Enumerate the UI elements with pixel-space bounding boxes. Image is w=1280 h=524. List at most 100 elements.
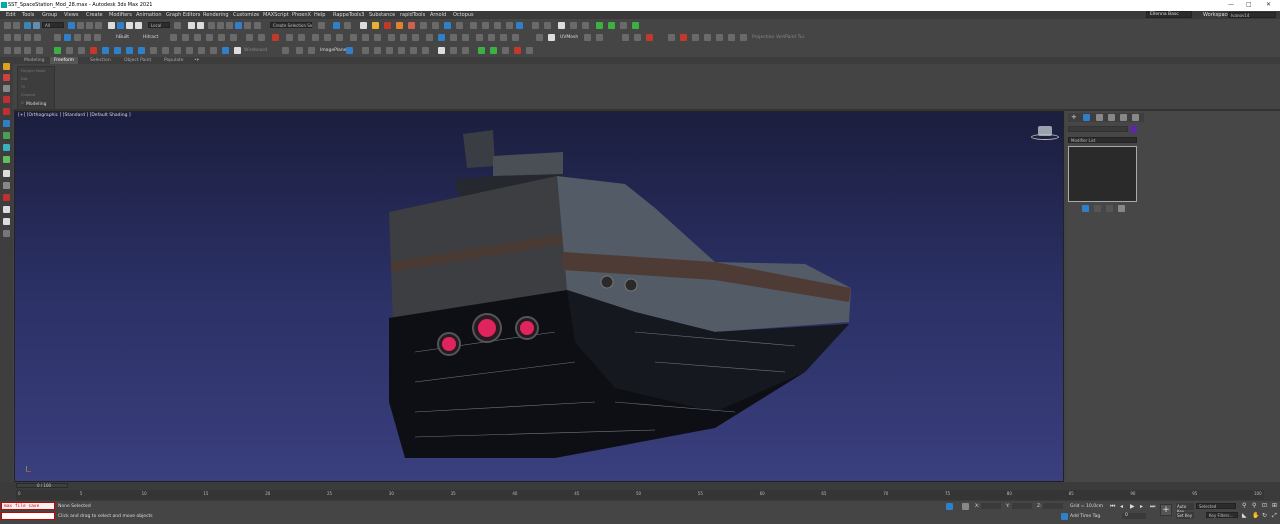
tool-h-icon[interactable] bbox=[582, 22, 589, 29]
curve-editor-icon[interactable] bbox=[360, 22, 367, 29]
hbuilt-label[interactable]: hBuilt bbox=[116, 35, 129, 40]
go-to-end-icon[interactable]: ⏭ bbox=[1150, 503, 1155, 511]
tool-row2-p-icon[interactable] bbox=[246, 34, 253, 41]
object-name-field[interactable] bbox=[1068, 126, 1128, 132]
viewport-orthographic[interactable]: [+] [Orthographic ] [Standard ] [Default… bbox=[14, 111, 1064, 482]
selection-filter-dropdown[interactable]: All bbox=[42, 22, 64, 28]
view-cube[interactable] bbox=[1031, 124, 1059, 144]
panel-item-channel[interactable]: Channel bbox=[21, 93, 35, 97]
tool-row2-o-icon[interactable] bbox=[230, 34, 237, 41]
script-tool-icon[interactable] bbox=[470, 22, 477, 29]
tool-row2-w-icon[interactable] bbox=[336, 34, 343, 41]
menu-group[interactable]: Group bbox=[42, 12, 57, 18]
active-shade-icon[interactable] bbox=[444, 22, 451, 29]
tool-row2-b-icon[interactable] bbox=[14, 34, 21, 41]
rect-selection-icon[interactable] bbox=[86, 22, 93, 29]
time-slider[interactable]: 0 / 100 bbox=[16, 483, 68, 488]
selection-set-dropdown[interactable]: Create Selection Se bbox=[270, 22, 312, 28]
hierarchy-tab-icon[interactable] bbox=[1096, 114, 1103, 121]
tab-modeling[interactable]: Modeling bbox=[20, 57, 48, 64]
workspace-dropdown[interactable]: Ivanov14 bbox=[1228, 12, 1276, 18]
tool-row3-ac-icon[interactable] bbox=[410, 47, 417, 54]
tool-row3-w-icon[interactable] bbox=[308, 47, 315, 54]
panel-item-tri[interactable]: Tri bbox=[21, 85, 25, 89]
add-time-tag[interactable]: Add Time Tag bbox=[1070, 514, 1100, 519]
tool-row3-x-icon[interactable] bbox=[346, 47, 353, 54]
uvmesh-icon[interactable] bbox=[548, 34, 555, 41]
tool-row3-ag-icon[interactable] bbox=[462, 47, 469, 54]
render-setup-icon[interactable] bbox=[396, 22, 403, 29]
panel-item-edit[interactable]: Edit bbox=[21, 77, 28, 81]
tool-row3-s-icon[interactable] bbox=[222, 47, 229, 54]
tool-row3-aa-icon[interactable] bbox=[386, 47, 393, 54]
tool-row3-al-icon[interactable] bbox=[526, 47, 533, 54]
show-end-result-icon[interactable] bbox=[1094, 205, 1101, 212]
scale-icon[interactable] bbox=[126, 22, 133, 29]
tool-row2-c-icon[interactable] bbox=[24, 34, 31, 41]
tool-row2-aw-icon[interactable] bbox=[740, 34, 747, 41]
menu-graph-editors[interactable]: Graph Editors bbox=[166, 12, 200, 18]
helpers-icon[interactable] bbox=[3, 108, 10, 115]
tool-row3-f-icon[interactable] bbox=[66, 47, 73, 54]
pan-icon[interactable]: ✋ bbox=[1252, 512, 1259, 519]
tool-row2-d-icon[interactable] bbox=[34, 34, 41, 41]
tool-row2-ap-icon[interactable] bbox=[646, 34, 653, 41]
mirror-icon[interactable] bbox=[254, 22, 261, 29]
previous-frame-icon[interactable]: ◂ bbox=[1120, 503, 1123, 510]
tool-row3-ai-icon[interactable] bbox=[490, 47, 497, 54]
tool-i-icon[interactable] bbox=[596, 22, 603, 29]
utilities-tab-icon[interactable] bbox=[1132, 114, 1139, 121]
tool-row2-ao-icon[interactable] bbox=[634, 34, 641, 41]
tool-row3-t-icon[interactable] bbox=[234, 47, 241, 54]
vertpaint-label[interactable]: VertPaint Tui bbox=[776, 35, 804, 40]
tool-row2-as-icon[interactable] bbox=[692, 34, 699, 41]
tool-row2-y-icon[interactable] bbox=[362, 34, 369, 41]
tool-row3-v-icon[interactable] bbox=[296, 47, 303, 54]
align-icon[interactable] bbox=[318, 22, 325, 29]
tool-row3-i-icon[interactable] bbox=[102, 47, 109, 54]
play-icon[interactable]: ▶ bbox=[1130, 503, 1135, 510]
tool-row2-at-icon[interactable] bbox=[704, 34, 711, 41]
tool-row2-z-icon[interactable] bbox=[374, 34, 381, 41]
snaps-icon[interactable] bbox=[208, 22, 215, 29]
tool-row3-aj-icon[interactable] bbox=[502, 47, 509, 54]
tool-row2-au-icon[interactable] bbox=[716, 34, 723, 41]
tool-row3-r-icon[interactable] bbox=[210, 47, 217, 54]
go-to-start-icon[interactable]: ⏮ bbox=[1110, 503, 1115, 511]
menu-maxscript[interactable]: MAXScript bbox=[263, 12, 289, 18]
isolate-icon[interactable] bbox=[946, 503, 953, 510]
redo-icon[interactable] bbox=[13, 22, 20, 29]
spacewarps-icon[interactable] bbox=[3, 120, 10, 127]
key-mode-icon[interactable] bbox=[1112, 513, 1120, 519]
zoom-extents-all-icon[interactable]: ⊞ bbox=[1272, 502, 1277, 509]
tool-row3-c-icon[interactable] bbox=[24, 47, 31, 54]
tool-row3-z-icon[interactable] bbox=[374, 47, 381, 54]
unlink-icon[interactable] bbox=[33, 22, 40, 29]
tool-row3-ah-icon[interactable] bbox=[478, 47, 485, 54]
tab-populate[interactable]: Populate bbox=[160, 57, 188, 64]
tool-row2-m-icon[interactable] bbox=[206, 34, 213, 41]
next-frame-icon[interactable]: ▸ bbox=[1140, 503, 1143, 510]
hierarchy-icon[interactable] bbox=[3, 206, 10, 213]
set-key-button[interactable]: Set Key bbox=[1176, 512, 1194, 519]
close-button[interactable]: ✕ bbox=[1266, 1, 1271, 8]
x-coord-field[interactable] bbox=[981, 503, 1001, 509]
keyboard-shortcut-icon[interactable] bbox=[197, 22, 204, 29]
user-account-button[interactable]: Ellenna Basc bbox=[1146, 11, 1192, 18]
zoom-all-icon[interactable]: ⚲ bbox=[1252, 502, 1256, 509]
sphere-icon[interactable] bbox=[3, 144, 10, 151]
tool-row2-u-icon[interactable] bbox=[312, 34, 319, 41]
z-coord-field[interactable] bbox=[1043, 503, 1063, 509]
tool-row3-ab-icon[interactable] bbox=[398, 47, 405, 54]
tool-row2-i-icon[interactable] bbox=[94, 34, 101, 41]
key-filters-button[interactable]: Key Filters... bbox=[1206, 512, 1238, 518]
tool-row2-g-icon[interactable] bbox=[74, 34, 81, 41]
maximize-button[interactable]: □ bbox=[1246, 1, 1252, 8]
checker-icon[interactable] bbox=[536, 34, 543, 41]
coord-system-dropdown[interactable]: Local bbox=[148, 22, 170, 28]
tool-row3-a-icon[interactable] bbox=[4, 47, 11, 54]
tool-row2-ad-icon[interactable] bbox=[426, 34, 433, 41]
tool-g-icon[interactable] bbox=[570, 22, 577, 29]
tool-row2-l-icon[interactable] bbox=[194, 34, 201, 41]
menu-rappatools[interactable]: RappaTools3 bbox=[333, 12, 364, 18]
